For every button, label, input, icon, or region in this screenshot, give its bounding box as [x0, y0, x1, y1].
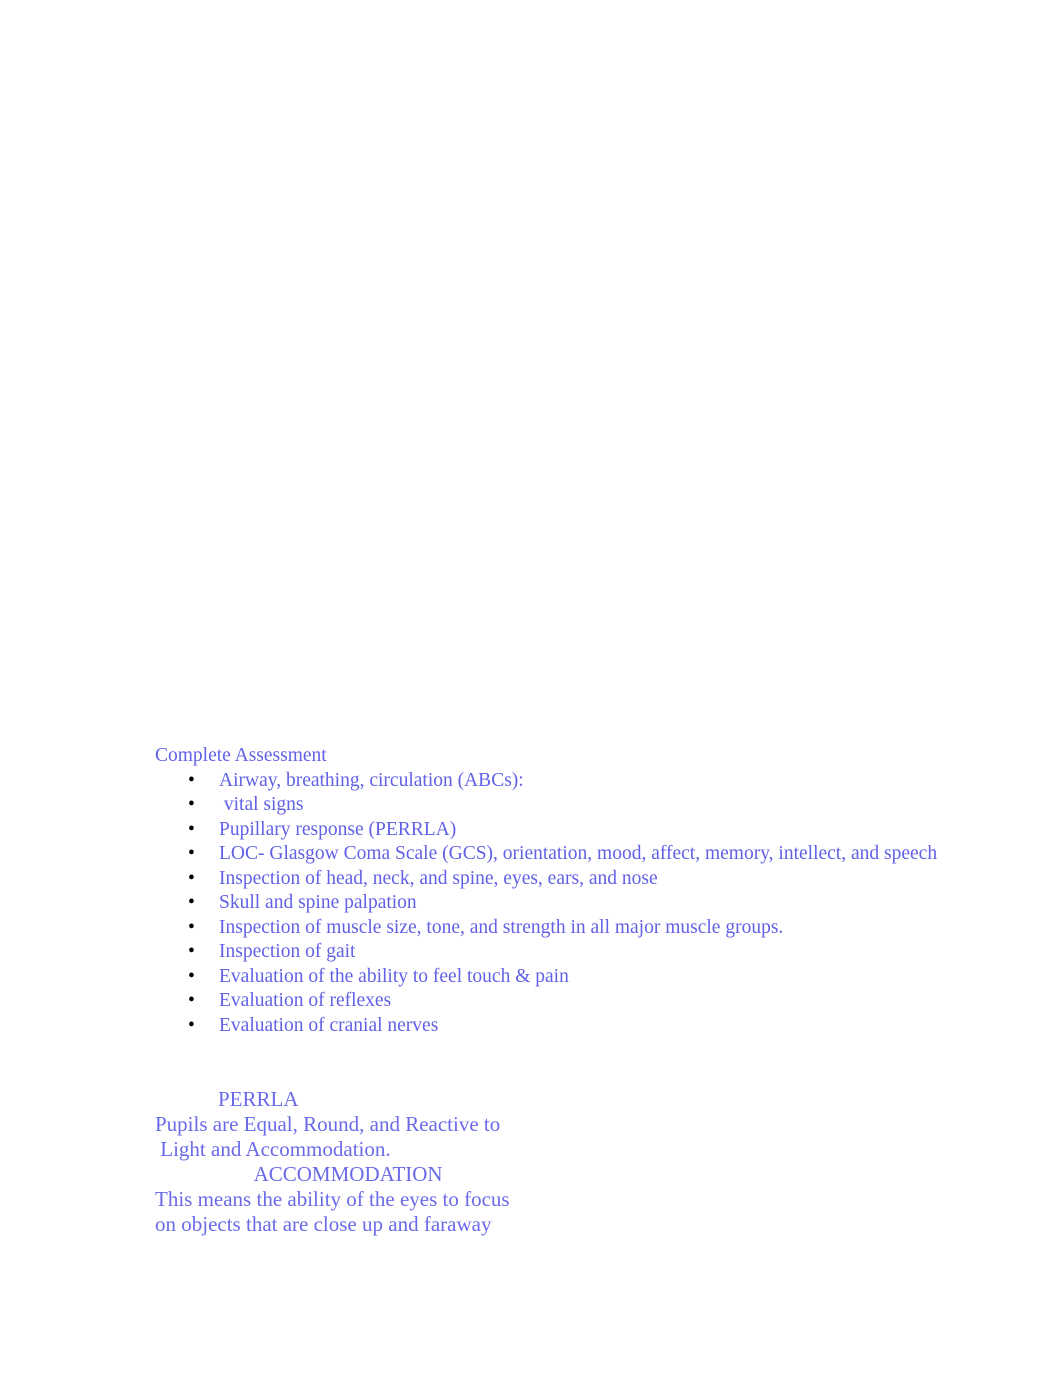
bullet-icon: • [188, 916, 195, 938]
list-item: • Evaluation of reflexes [155, 989, 955, 1014]
list-item: • Pupillary response (PERRLA) [155, 818, 955, 843]
list-item-label: Evaluation of cranial nerves [219, 1014, 439, 1036]
perrla-definition-line-2: Light and Accommodation. [155, 1136, 391, 1161]
list-item-label: Skull and spine palpation [219, 892, 417, 913]
document-body: Complete Assessment • Airway, breathing,… [155, 744, 955, 1237]
list-item-label: Inspection of gait [219, 941, 356, 962]
perrla-heading: PERRLA [155, 1086, 299, 1111]
perrla-section: PERRLA Pupils are Equal, Round, and Reac… [155, 1063, 955, 1237]
bullet-icon: • [188, 769, 195, 791]
accommodation-definition-line-1: This means the ability of the eyes to fo… [155, 1186, 510, 1211]
list-item-label: LOC- Glasgow Coma Scale (GCS), orientati… [219, 843, 938, 864]
bullet-icon: • [188, 965, 195, 987]
list-item: • LOC- Glasgow Coma Scale (GCS), orienta… [155, 842, 955, 867]
bullet-icon: • [188, 843, 195, 864]
list-item-label: Inspection of muscle size, tone, and str… [219, 916, 784, 938]
bullet-icon: • [188, 990, 195, 1011]
assessment-bullet-list: • Airway, breathing, circulation (ABCs):… [155, 769, 955, 1039]
bullet-icon: • [188, 867, 195, 889]
list-item-label: vital signs [219, 794, 304, 815]
list-item: • vital signs [155, 793, 955, 818]
accommodation-definition-line-2: on objects that are close up and faraway [155, 1211, 492, 1236]
document-page: Complete Assessment • Airway, breathing,… [0, 0, 1062, 1377]
list-item: • Skull and spine palpation [155, 891, 955, 916]
list-item-label: Inspection of head, neck, and spine, eye… [219, 867, 658, 889]
bullet-icon: • [188, 941, 195, 962]
list-item: • Inspection of head, neck, and spine, e… [155, 867, 955, 892]
list-item-label: Airway, breathing, circulation (ABCs): [219, 769, 524, 791]
list-item: • Evaluation of the ability to feel touc… [155, 965, 955, 990]
list-item: • Inspection of gait [155, 940, 955, 965]
bullet-icon: • [188, 818, 195, 840]
list-item: • Inspection of muscle size, tone, and s… [155, 916, 955, 941]
perrla-definition-line-1: Pupils are Equal, Round, and Reactive to [155, 1111, 501, 1136]
list-item-label: Evaluation of reflexes [219, 990, 392, 1011]
list-item-label: Evaluation of the ability to feel touch … [219, 965, 569, 987]
list-item: • Airway, breathing, circulation (ABCs): [155, 769, 955, 794]
accommodation-heading: ACCOMMODATION [155, 1161, 443, 1186]
bullet-icon: • [188, 794, 195, 815]
list-item-label: Pupillary response (PERRLA) [219, 818, 457, 840]
page-title: Complete Assessment [155, 745, 327, 766]
list-item: • Evaluation of cranial nerves [155, 1014, 955, 1039]
bullet-icon: • [188, 892, 195, 913]
bullet-icon: • [188, 1014, 195, 1036]
